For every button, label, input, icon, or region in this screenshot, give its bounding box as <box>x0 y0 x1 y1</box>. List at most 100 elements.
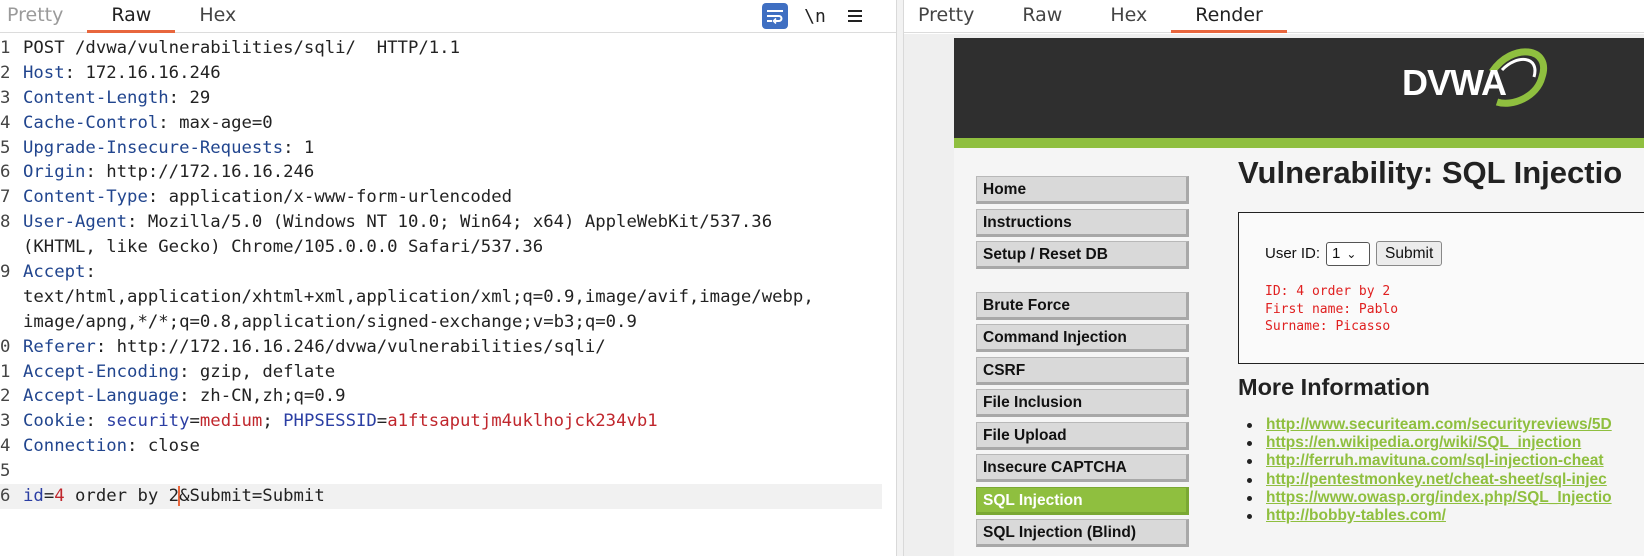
user-id-selected-value: 1 <box>1332 245 1341 262</box>
dvwa-logo-text: DVWA <box>1402 62 1507 103</box>
line-number: 2 <box>0 386 11 407</box>
list-item: https://www.owasp.org/index.php/SQL_Inje… <box>1247 489 1612 507</box>
request-line: 2 Accept-Language: zh-CN,zh;q=0.9 <box>0 384 896 409</box>
cookie-equals: = <box>376 411 388 432</box>
menu-item-sql-injection-blind[interactable]: SQL Injection (Blind) <box>976 519 1189 547</box>
tab-raw[interactable]: Raw <box>998 0 1086 32</box>
line-number: 4 <box>0 112 11 133</box>
menu-item-command-injection[interactable]: Command Injection <box>976 324 1189 352</box>
menu-item-brute-force[interactable]: Brute Force <box>976 291 1189 320</box>
cookie-equals: = <box>189 411 200 432</box>
header-value: application/x-www-form-urlencoded <box>168 187 513 208</box>
menu-item-file-inclusion[interactable]: File Inclusion <box>976 389 1189 417</box>
submit-button[interactable]: Submit <box>1376 241 1443 266</box>
wrap-lines-icon[interactable] <box>762 3 788 29</box>
menu-item-setup[interactable]: Setup / Reset DB <box>976 241 1189 269</box>
request-pane: Pretty Raw Hex \n 1 POST /dvwa/vulnerabil… <box>0 0 896 556</box>
pane-splitter[interactable] <box>896 0 904 556</box>
param-rest: &Submit=Submit <box>179 486 325 507</box>
line-number: 4 <box>0 436 11 457</box>
reference-link[interactable]: http://pentestmonkey.net/cheat-sheet/sql… <box>1266 471 1607 488</box>
dvwa-menu: Home Instructions Setup / Reset DB Brute… <box>976 176 1189 552</box>
cookie-value: a1ftsaputjm4uklhojck234vb1 <box>387 411 658 432</box>
request-editor[interactable]: 1 POST /dvwa/vulnerabilities/sqli/ HTTP/1… <box>0 36 896 556</box>
request-body-line[interactable]: 6 id=4 order by 2&Submit=Submit <box>0 484 882 509</box>
header-name: Content-Type <box>23 187 148 208</box>
header-name: Referer <box>23 336 96 357</box>
user-id-select[interactable]: 1 ⌄ <box>1326 241 1371 266</box>
header-separator: : <box>85 162 107 183</box>
tab-raw[interactable]: Raw <box>87 0 176 33</box>
list-item: http://ferruh.mavituna.com/sql-injection… <box>1247 452 1612 470</box>
tab-hex[interactable]: Hex <box>1086 0 1171 32</box>
header-separator: : <box>127 212 148 233</box>
menu-item-instructions[interactable]: Instructions <box>976 208 1189 237</box>
request-line: 8 User-Agent: Mozilla/5.0 (Windows NT 10.… <box>0 210 896 235</box>
line-number: 8 <box>0 212 11 233</box>
param-value: 4 <box>54 486 65 507</box>
tab-pretty[interactable]: Pretty <box>0 0 87 32</box>
cookie-name: security <box>106 411 190 432</box>
menu-item-insecure-captcha[interactable]: Insecure CAPTCHA <box>976 454 1189 482</box>
header-value: 1 <box>303 137 315 158</box>
param-equals: = <box>43 486 55 507</box>
menu-item-home[interactable]: Home <box>976 176 1189 204</box>
header-value: close <box>147 436 200 457</box>
line-number: 6 <box>0 486 11 507</box>
reference-links: http://www.securiteam.com/securityreview… <box>1247 416 1612 525</box>
header-name: Cache-Control <box>23 112 159 133</box>
menu-item-csrf[interactable]: CSRF <box>976 356 1189 385</box>
header-name: Connection <box>23 436 128 457</box>
menu-item-sql-injection[interactable]: SQL Injection <box>976 486 1189 515</box>
user-id-form: User ID: 1 ⌄ Submit <box>1265 241 1443 266</box>
reference-link[interactable]: http://ferruh.mavituna.com/sql-injection… <box>1266 452 1604 469</box>
request-line: 4 Connection: close <box>0 434 896 459</box>
header-value: zh-CN,zh;q=0.9 <box>199 386 346 407</box>
line-number: 3 <box>0 411 11 432</box>
header-value-continuation: (KHTML, like Gecko) Chrome/105.0.0.0 Saf… <box>23 237 544 258</box>
response-pane: Pretty Raw Hex Render DVWA Home Instruct… <box>904 0 1644 556</box>
request-line: 6 Origin: http://172.16.16.246 <box>0 160 896 185</box>
chevron-down-icon: ⌄ <box>1346 246 1357 261</box>
menu-item-file-upload[interactable]: File Upload <box>976 421 1189 450</box>
line-number: 7 <box>0 187 11 208</box>
request-line: 3 Content-Length: 29 <box>0 86 896 111</box>
header-name: Cookie <box>23 411 86 432</box>
newline-toggle-button[interactable]: \n <box>802 3 828 29</box>
request-line: (KHTML, like Gecko) Chrome/105.0.0.0 Saf… <box>0 235 896 260</box>
reference-link[interactable]: https://www.owasp.org/index.php/SQL_Inje… <box>1266 489 1612 506</box>
line-number: 2 <box>0 62 11 83</box>
header-separator: : <box>147 187 169 208</box>
hamburger-menu-icon[interactable] <box>842 3 868 29</box>
header-separator: : <box>179 386 200 407</box>
header-separator: : <box>158 112 180 133</box>
header-separator: : <box>283 137 304 158</box>
cookie-name: PHPSESSID <box>283 411 377 432</box>
header-value-continuation: image/apng,*/*;q=0.8,application/signed-… <box>23 311 637 332</box>
reference-link[interactable]: http://www.securiteam.com/securityreview… <box>1266 416 1612 433</box>
header-name: Upgrade-Insecure-Requests <box>23 137 284 158</box>
reference-link[interactable]: https://en.wikipedia.org/wiki/SQL_inject… <box>1266 434 1581 451</box>
request-line: 4 Cache-Control: max-age=0 <box>0 111 896 136</box>
header-value: 29 <box>189 87 211 108</box>
tab-render[interactable]: Render <box>1171 0 1287 33</box>
request-line: 1 POST /dvwa/vulnerabilities/sqli/ HTTP/1… <box>0 36 896 61</box>
cookie-value: medium <box>199 411 263 432</box>
request-line: 3 Cookie: security=medium; PHPSESSID=a1ft… <box>0 409 896 434</box>
more-information-heading: More Information <box>1238 374 1430 400</box>
cookie-separator: ; <box>262 411 284 432</box>
tab-hex[interactable]: Hex <box>175 0 260 32</box>
dvwa-header-accent <box>954 138 1644 148</box>
dvwa-logo: DVWA <box>1402 48 1572 128</box>
request-line: image/apng,*/*;q=0.8,application/signed-… <box>0 310 896 335</box>
response-tabbar: Pretty Raw Hex Render <box>904 0 1644 33</box>
header-name: Accept-Encoding <box>23 361 180 382</box>
header-separator: : <box>127 436 148 457</box>
tab-pretty[interactable]: Pretty <box>904 0 998 32</box>
request-line: 7 Content-Type: application/x-www-form-ur… <box>0 185 896 210</box>
result-line: First name: Pablo <box>1265 301 1399 317</box>
line-number: 5 <box>0 137 11 158</box>
reference-link[interactable]: http://bobby-tables.com/ <box>1266 507 1446 524</box>
header-name: Accept <box>23 262 86 283</box>
result-line: Surname: Picasso <box>1265 319 1391 334</box>
